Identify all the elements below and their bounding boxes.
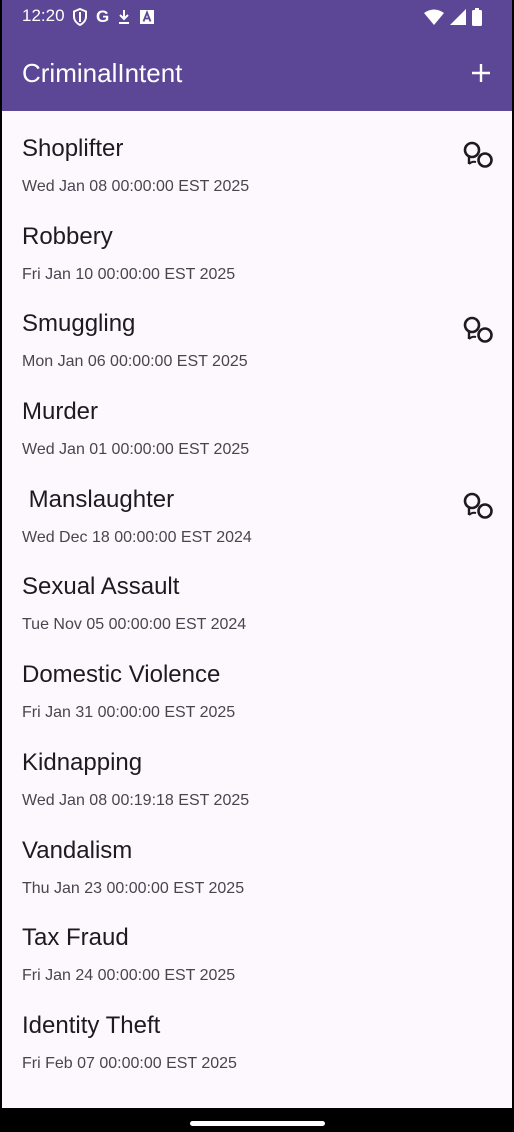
crime-list-item[interactable]: Manslaughter Wed Dec 18 00:00:00 EST 2024: [2, 462, 512, 550]
crime-list-item[interactable]: Sexual Assault Tue Nov 05 00:00:00 EST 20…: [2, 549, 512, 637]
crime-date: Wed Jan 01 00:00:00 EST 2025: [22, 441, 250, 459]
crime-list: Shoplifter Wed Jan 08 00:00:00 EST 2025 Ro…: [2, 111, 512, 1076]
crime-title: Vandalism: [22, 836, 133, 864]
navigation-bar: [0, 1108, 514, 1132]
crime-list-item[interactable]: Identity Theft Fri Feb 07 00:00:00 EST 20…: [2, 988, 512, 1076]
crime-list-item[interactable]: Tax Fraud Fri Jan 24 00:00:00 EST 2025: [2, 900, 512, 988]
crime-list-item[interactable]: Smuggling Mon Jan 06 00:00:00 EST 2025: [2, 286, 512, 374]
a-box-icon: [140, 10, 155, 24]
signal-icon: [450, 9, 466, 25]
crime-list-item[interactable]: Vandalism Thu Jan 23 00:00:00 EST 2025: [2, 813, 512, 901]
home-handle[interactable]: [190, 1121, 325, 1126]
status-time: 12:20: [22, 6, 65, 25]
wifi-icon: [424, 9, 444, 25]
battery-icon: [472, 8, 482, 26]
solved-indicator: [462, 140, 496, 170]
crime-list-item[interactable]: Domestic Violence Fri Jan 31 00:00:00 EST…: [2, 637, 512, 725]
handcuffs-icon: [463, 317, 493, 344]
crime-list-item[interactable]: Murder Wed Jan 01 00:00:00 EST 2025: [2, 374, 512, 462]
crime-title: Identity Theft: [22, 1011, 161, 1039]
solved-indicator: [462, 315, 496, 345]
crime-date: Thu Jan 23 00:00:00 EST 2025: [22, 879, 245, 897]
crime-title: Sexual Assault: [22, 573, 180, 601]
crime-title: Robbery: [22, 222, 113, 250]
download-icon: [119, 10, 130, 24]
crime-list-item[interactable]: Robbery Fri Jan 10 00:00:00 EST 2025: [2, 199, 512, 287]
plus-icon: [472, 64, 490, 82]
crime-date: Tue Nov 05 00:00:00 EST 2024: [22, 616, 247, 634]
crime-date: Fri Jan 31 00:00:00 EST 2025: [22, 704, 236, 722]
app-screen: 12:20 G CriminalIntent Shoplifter Wed Ja…: [2, 0, 512, 1108]
crime-date: Wed Dec 18 00:00:00 EST 2024: [22, 528, 252, 546]
crime-title: Manslaughter: [22, 485, 175, 513]
add-crime-button[interactable]: [464, 56, 498, 90]
crime-title: Kidnapping: [22, 748, 143, 776]
google-icon: G: [96, 7, 110, 26]
crime-date: Fri Jan 10 00:00:00 EST 2025: [22, 265, 236, 283]
crime-list-item[interactable]: Shoplifter Wed Jan 08 00:00:00 EST 2025: [2, 111, 512, 199]
app-title: CriminalIntent: [22, 58, 183, 88]
status-bar: 12:20 G: [2, 0, 512, 34]
crime-date: Fri Jan 24 00:00:00 EST 2025: [22, 967, 236, 985]
crime-title: Murder: [22, 398, 99, 426]
crime-date: Wed Jan 08 00:19:18 EST 2025: [22, 791, 250, 809]
crime-title: Shoplifter: [22, 135, 124, 162]
crime-date: Mon Jan 06 00:00:00 EST 2025: [22, 353, 248, 371]
crime-date: Wed Jan 08 00:00:00 EST 2025: [22, 178, 250, 195]
crime-list-item[interactable]: Kidnapping Wed Jan 08 00:19:18 EST 2025: [2, 725, 512, 813]
handcuffs-icon: [463, 141, 493, 168]
crime-title: Domestic Violence: [22, 661, 221, 689]
solved-indicator: [462, 491, 496, 521]
crime-title: Smuggling: [22, 310, 136, 338]
handcuffs-icon: [463, 492, 493, 519]
crime-date: Fri Feb 07 00:00:00 EST 2025: [22, 1054, 237, 1072]
app-bar: CriminalIntent: [2, 34, 512, 111]
shield-icon: [73, 8, 87, 26]
crime-title: Tax Fraud: [22, 924, 129, 952]
